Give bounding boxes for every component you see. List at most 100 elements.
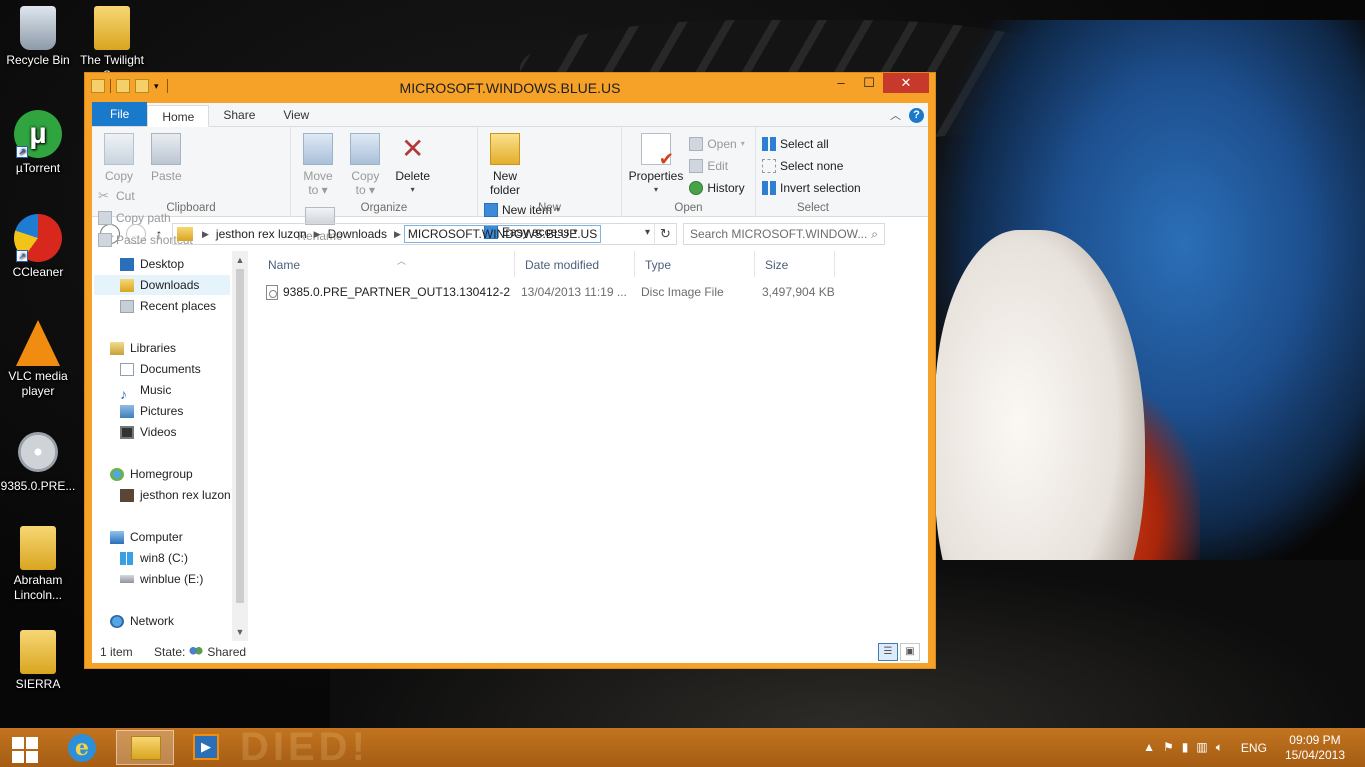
open-icon [689, 137, 704, 151]
search-input[interactable]: Search MICROSOFT.WINDOW... ⌕ [683, 223, 885, 245]
file-row[interactable]: 9385.0.PRE_PARTNER_OUT13.130412-210... 1… [258, 281, 838, 303]
explorer-window: ▾ MICROSOFT.WINDOWS.BLUE.US – ☐ ✕ File H… [84, 72, 936, 669]
copy-to-button[interactable]: Copy to ▾ [344, 131, 386, 197]
open-group: Properties ▾ Open▾ Edit History [622, 127, 756, 217]
desktop-icon-utorrent[interactable]: µ ↗ µTorrent [0, 110, 76, 176]
volume-icon[interactable]: 🔈︎ [1216, 740, 1223, 755]
input-language[interactable]: ENG [1241, 741, 1267, 755]
file-date-cell: 13/04/2013 11:19 ... [521, 285, 627, 299]
nav-item-drive-e[interactable]: winblue (E:) [120, 569, 203, 589]
disc-image-icon [14, 428, 62, 476]
close-button[interactable]: ✕ [883, 73, 929, 93]
properties-icon [641, 133, 674, 166]
libraries-icon [110, 341, 124, 355]
open-button[interactable]: Open ▾ [689, 133, 745, 155]
nav-item-pictures[interactable]: Pictures [120, 401, 183, 421]
desktop-icon-label: µTorrent [15, 161, 61, 175]
network-status-icon[interactable]: ▥ [1196, 740, 1207, 755]
breadcrumb-user[interactable]: jesthon rex luzon [212, 227, 311, 241]
show-hidden-icons-icon[interactable]: ▲ [1143, 740, 1155, 755]
scissors-icon: ✂ [98, 188, 109, 203]
clock[interactable]: 09:09 PM 15/04/2013 [1285, 733, 1345, 763]
nav-item-desktop[interactable]: Desktop [120, 254, 184, 274]
column-header-type[interactable]: Type [635, 251, 755, 277]
breadcrumb-downloads[interactable]: Downloads [324, 227, 391, 241]
invert-selection-button[interactable]: Invert selection [762, 177, 861, 199]
windows-drive-icon [120, 551, 134, 565]
edit-button[interactable]: Edit [689, 155, 744, 177]
desktop-icon-label: VLC media player [8, 369, 68, 398]
desktop-icon-sierra-folder[interactable]: SIERRA [0, 630, 76, 692]
nav-item-downloads[interactable]: Downloads [94, 275, 230, 295]
new-folder-button[interactable]: New folder [484, 131, 526, 197]
window-title: MICROSOFT.WINDOWS.BLUE.US [399, 80, 621, 96]
nav-item-network[interactable]: Network [110, 611, 174, 631]
address-bar[interactable]: ▶ jesthon rex luzon ▶ Downloads ▶ MICROS… [172, 223, 677, 245]
tab-file[interactable]: File [92, 102, 148, 126]
tab-view[interactable]: View [269, 104, 323, 126]
nav-item-recent-places[interactable]: Recent places [120, 296, 216, 316]
desktop-icon-disc-image[interactable]: 9385.0.PRE... [0, 428, 76, 494]
address-history-dropdown[interactable]: ▾ [645, 227, 650, 238]
nav-item-homegroup-user[interactable]: jesthon rex luzon [120, 485, 231, 505]
scrollbar-thumb[interactable] [236, 269, 244, 603]
desktop-icon-vlc[interactable]: VLC media player [0, 318, 76, 399]
nav-item-documents[interactable]: Documents [120, 359, 201, 379]
help-icon[interactable]: ? [909, 107, 924, 123]
minimize-button[interactable]: – [827, 73, 855, 93]
taskbar-file-explorer[interactable] [116, 730, 174, 765]
tab-share[interactable]: Share [209, 104, 269, 126]
navigation-scrollbar[interactable]: ▲ ▼ [232, 251, 248, 641]
action-center-flag-icon[interactable]: ⚑ [1163, 740, 1174, 755]
breadcrumb-current-folder[interactable]: MICROSOFT.WINDOWS.BLUE.US [403, 225, 602, 243]
desktop-icon-label: 9385.0.PRE... [0, 479, 76, 493]
paste-icon [151, 133, 182, 165]
tab-home[interactable]: Home [147, 105, 210, 127]
power-icon[interactable]: ▮ [1182, 740, 1189, 755]
videos-icon [120, 425, 134, 439]
scroll-down-icon[interactable]: ▼ [232, 627, 248, 637]
minimize-ribbon-icon[interactable]: ︿ [890, 107, 901, 123]
properties-button[interactable]: Properties ▾ [628, 131, 684, 197]
column-header-size[interactable]: Size [755, 251, 835, 277]
internet-explorer-icon: e [68, 734, 96, 762]
column-header-date-modified[interactable]: Date modified [515, 251, 635, 277]
new-folder-icon [490, 133, 520, 165]
recent-places-icon [120, 299, 134, 313]
chevron-right-icon[interactable]: ▶ [199, 229, 212, 240]
scroll-up-icon[interactable]: ▲ [232, 255, 248, 265]
folder-icon [20, 526, 56, 570]
desktop-icon-abraham-folder[interactable]: Abraham Lincoln... [0, 526, 76, 603]
desktop-icon-ccleaner[interactable]: ↗ CCleaner [0, 214, 76, 280]
history-button[interactable]: History [689, 177, 745, 199]
ccleaner-icon: ↗ [14, 214, 62, 262]
nav-item-videos[interactable]: Videos [120, 422, 176, 442]
nav-item-computer[interactable]: Computer [110, 527, 183, 547]
nav-item-drive-c[interactable]: win8 (C:) [120, 548, 188, 568]
maximize-button[interactable]: ☐ [855, 73, 883, 93]
column-header-name[interactable]: Name ︿ [258, 251, 515, 277]
nav-item-homegroup[interactable]: Homegroup [110, 464, 193, 484]
folder-icon [20, 630, 56, 674]
chevron-right-icon[interactable]: ▶ [391, 229, 404, 240]
vlc-icon [14, 318, 62, 366]
ribbon-tabs: File Home Share View ︿ ? [92, 102, 928, 127]
select-none-button[interactable]: Select none [762, 155, 861, 177]
window-titlebar[interactable]: ▾ MICROSOFT.WINDOWS.BLUE.US – ☐ ✕ [85, 73, 935, 102]
move-to-button[interactable]: Move to ▾ [297, 131, 339, 197]
taskbar-media-player[interactable]: ▶ [177, 730, 235, 765]
start-button[interactable] [4, 732, 44, 763]
paste-button[interactable]: Paste [145, 131, 187, 183]
details-view-button[interactable]: ☰ [878, 643, 898, 661]
copy-button[interactable]: Copy [98, 131, 140, 183]
taskbar-internet-explorer[interactable]: e [52, 730, 110, 765]
nav-item-music[interactable]: ♪ Music [120, 380, 171, 402]
delete-button[interactable]: ✕ Delete ▾ [392, 131, 434, 197]
large-icons-view-button[interactable]: ▣ [900, 643, 920, 661]
shortcut-arrow-icon: ↗ [16, 250, 28, 262]
desktop-icon-recycle-bin[interactable]: Recycle Bin [0, 6, 76, 68]
refresh-icon[interactable]: ↻ [654, 224, 676, 244]
nav-item-libraries[interactable]: Libraries [110, 338, 176, 358]
select-all-button[interactable]: Select all [762, 133, 861, 155]
chevron-right-icon[interactable]: ▶ [311, 229, 324, 240]
